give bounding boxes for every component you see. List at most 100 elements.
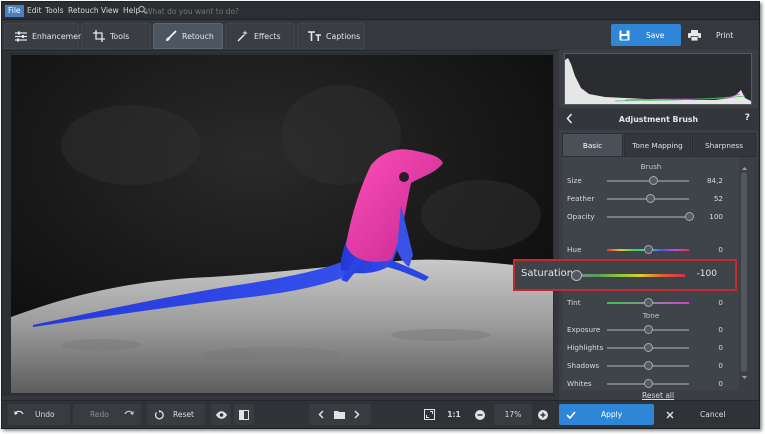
undo-icon [13,409,25,421]
back-chevron-icon[interactable] [566,113,574,125]
menu-retouch[interactable]: Retouch [65,5,102,17]
redo-label: Redo [90,410,109,419]
navigation-group [309,404,371,425]
slider-exposure[interactable]: Exposure 0 [567,323,739,337]
tab-retouch[interactable]: Retouch [153,23,223,49]
tone-section-title: Tone [642,311,660,320]
print-label: Print [716,30,734,40]
printer-icon [688,29,701,41]
slider-thumb[interactable] [644,361,653,370]
crop-icon [92,30,105,43]
slider-label: Shadows [567,361,600,370]
panel-scrollbar[interactable] [739,164,748,380]
histogram [564,53,752,105]
slider-thumb[interactable] [644,343,653,352]
tab-captions[interactable]: Captions [297,23,365,49]
eye-icon [215,409,227,421]
scroll-up-arrow-icon[interactable] [742,164,747,171]
canvas-area [2,52,554,396]
reset-all-link[interactable]: Reset all [642,391,674,400]
undo-button[interactable]: Undo [8,404,70,425]
next-chevron-icon[interactable] [351,409,363,421]
main-toolbar: Enhancement Tools Retouch Effects Captio… [2,21,759,51]
slider-value: 0 [718,245,723,254]
slider-track[interactable] [607,216,689,218]
help-icon[interactable]: ? [745,113,750,123]
slider-shadows[interactable]: Shadows 0 [567,359,739,373]
tab-label: Captions [326,31,361,41]
cancel-button[interactable]: Cancel [660,404,752,425]
slider-highlights[interactable]: Highlights 0 [567,341,739,355]
slider-thumb[interactable] [648,176,658,185]
slider-value: 0 [718,298,723,307]
tab-effects[interactable]: Effects [225,23,295,49]
slider-value: 0 [718,361,723,370]
slider-label: Tint [567,298,581,307]
save-button[interactable]: Save [611,24,681,46]
panel-title: Adjustment Brush [618,114,699,124]
menu-bar: File Edit Tools Retouch View Help [2,2,759,20]
compare-icon [238,409,250,421]
saturation-track[interactable] [575,274,685,277]
scrollbar-thumb[interactable] [741,172,747,372]
slider-label: Exposure [567,325,601,334]
slider-hue[interactable]: Hue 0 [567,243,739,257]
fit-screen-icon [423,409,435,421]
apply-label: Apply [601,410,623,419]
tab-label: Retouch [182,31,214,41]
slider-value: 0 [718,343,723,352]
slider-tint[interactable]: Tint 0 [567,296,739,310]
preview-eye-button[interactable] [211,404,231,425]
menu-file[interactable]: File [5,5,24,17]
slider-opacity[interactable]: Opacity 100 [567,210,739,224]
checkmark-icon [565,409,577,421]
actual-size-button[interactable]: 1:1 [444,404,464,425]
close-icon [664,409,676,421]
saturation-label: Saturation [521,268,574,279]
tab-label: Enhancement [32,31,87,41]
slider-value: 84,2 [706,176,723,185]
reset-button[interactable]: Reset [147,404,205,425]
previous-chevron-icon[interactable] [315,409,327,421]
cancel-label: Cancel [700,410,726,419]
slider-whites[interactable]: Whites 0 [567,377,739,389]
tab-enhancement[interactable]: Enhancement [4,23,86,49]
slider-label: Opacity [567,212,595,221]
redo-button[interactable]: Redo [73,404,141,425]
slider-thumb[interactable] [644,298,653,307]
tab-tools[interactable]: Tools [81,23,151,49]
tab-label: Tools [110,31,130,41]
fit-to-screen-button[interactable] [420,404,438,425]
slider-thumb[interactable] [644,245,653,254]
tab-tone-mapping[interactable]: Tone Mapping [624,133,691,157]
photo-canvas[interactable] [11,55,553,393]
zoom-in-button[interactable] [535,404,551,425]
tab-basic[interactable]: Basic [562,133,623,157]
slider-label: Whites [567,379,592,388]
slider-size[interactable]: Size 84,2 [567,174,739,188]
photo-editor-window: File Edit Tools Retouch View Help Enhanc… [1,1,760,429]
search-input[interactable] [145,5,285,17]
slider-thumb[interactable] [644,379,653,388]
scroll-down-arrow-icon[interactable] [742,373,747,380]
zoom-out-button[interactable] [472,404,488,425]
slider-label: Hue [567,245,582,254]
slider-thumb[interactable] [645,194,655,203]
saturation-thumb[interactable] [571,270,582,281]
slider-thumb[interactable] [644,325,653,334]
tab-sharpness[interactable]: Sharpness [692,133,756,157]
print-button[interactable]: Print [684,24,754,46]
reset-icon [153,409,165,421]
menu-tools[interactable]: Tools [42,5,66,17]
save-label: Save [646,30,665,40]
slider-feather[interactable]: Feather 52 [567,192,739,206]
sliders-icon [15,30,27,43]
saturation-highlight[interactable]: Saturation -100 [513,259,737,291]
menu-view[interactable]: View [98,5,122,17]
apply-button[interactable]: Apply [559,404,654,425]
text-icon [308,30,321,43]
brush-icon [164,30,177,43]
zoom-level-field[interactable]: 17% [494,404,532,425]
folder-icon[interactable] [333,409,345,421]
compare-button[interactable] [234,404,254,425]
